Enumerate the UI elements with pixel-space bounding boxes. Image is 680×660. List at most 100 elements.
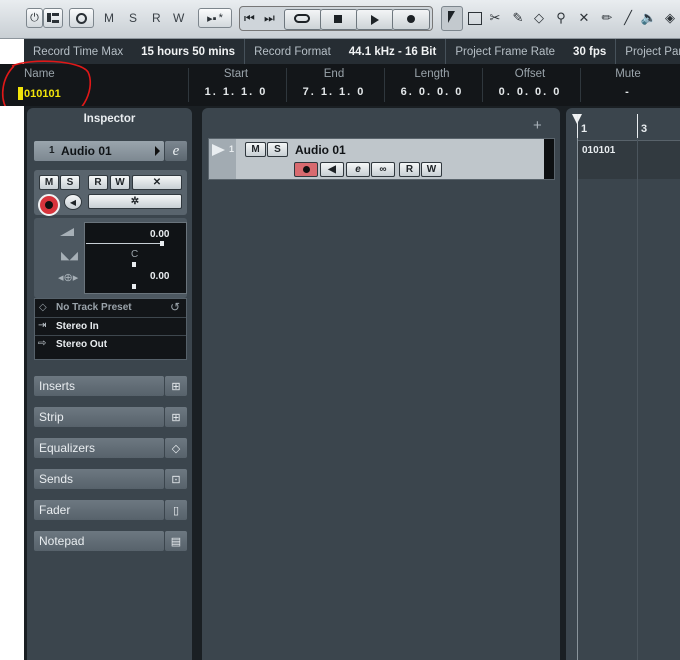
section-inserts[interactable]: Inserts <box>34 376 164 396</box>
record-dot-icon <box>45 201 53 209</box>
column-divider <box>286 68 287 102</box>
track-solo-button[interactable]: S <box>267 142 288 157</box>
line-icon[interactable]: ╱ <box>620 10 636 26</box>
track-read-button[interactable]: R <box>399 162 420 177</box>
equalizer-icon[interactable]: ◇ <box>165 438 187 458</box>
add-track-button[interactable]: + <box>533 117 542 134</box>
section-sends[interactable]: Sends <box>34 469 164 489</box>
go-to-previous-marker-icon[interactable]: ⏮ <box>244 11 260 27</box>
section-strip[interactable]: Strip <box>34 407 164 427</box>
end-header: End <box>323 68 345 80</box>
section-fader[interactable]: Fader <box>34 500 164 520</box>
automation-arrow-icon: ▸▪ <box>207 12 217 25</box>
track-list-panel <box>202 108 560 660</box>
length-header: Length <box>414 68 450 80</box>
end-column[interactable]: End 7. 1. 1. 0 <box>286 68 382 98</box>
global-mute-solo-group: M S R W <box>100 6 192 31</box>
edit-channel-button[interactable]: e <box>165 141 187 161</box>
global-write-button[interactable]: W <box>173 11 184 25</box>
solo-button[interactable]: S <box>60 175 80 190</box>
section-equalizers[interactable]: Equalizers <box>34 438 164 458</box>
record-enable-button[interactable] <box>38 194 60 216</box>
info-value: 15 hours 50 mins <box>141 45 236 58</box>
color-tool-icon[interactable]: ◈ <box>662 10 678 26</box>
automation-mode-button[interactable]: ▸▪ * <box>198 8 232 28</box>
read-automation-button[interactable]: R <box>88 175 108 190</box>
bypass-button[interactable]: ✕ <box>132 175 182 190</box>
track-name-label: Audio 01 <box>61 144 112 158</box>
track-link-button[interactable]: ∞ <box>371 162 395 177</box>
track-select-arrow-icon <box>212 144 225 156</box>
volume-slider-handle[interactable] <box>160 241 164 246</box>
mute-header: Mute <box>615 68 641 80</box>
length-column[interactable]: Length 6. 0. 0. 0 <box>384 68 480 98</box>
fader-icon[interactable]: ▯ <box>165 500 187 520</box>
play-button[interactable] <box>356 9 394 30</box>
reset-icon[interactable]: ↺ <box>170 300 180 314</box>
start-value: 1. 1. 1. 0 <box>204 86 268 98</box>
stop-button[interactable] <box>320 9 358 30</box>
stop-icon <box>334 15 342 23</box>
play-tool-icon[interactable]: 🔈 <box>641 10 657 26</box>
range-selection-icon[interactable] <box>467 10 483 26</box>
edit-e-icon: e <box>172 142 180 159</box>
ruler-tick <box>637 114 638 138</box>
delay-slider-handle[interactable] <box>132 284 136 289</box>
inserts-icon[interactable]: ⊞ <box>165 376 187 396</box>
record-format[interactable]: Record Format 44.1 kHz - 16 Bit <box>245 39 447 64</box>
pan-slider-handle[interactable] <box>132 262 136 267</box>
bar-line <box>637 138 638 660</box>
mute-tool-icon[interactable]: ✕ <box>576 10 592 26</box>
global-mute-button[interactable]: M <box>104 11 114 25</box>
strip-icon[interactable]: ⊞ <box>165 407 187 427</box>
zoom-icon[interactable]: ⚲ <box>553 10 569 26</box>
notepad-icon[interactable]: ▤ <box>165 531 187 551</box>
track-monitor-button[interactable]: ◀ <box>320 162 344 177</box>
global-read-button[interactable]: R <box>152 11 161 25</box>
scissors-icon[interactable]: ✂ <box>487 10 503 26</box>
start-column[interactable]: Start 1. 1. 1. 0 <box>188 68 284 98</box>
freeze-button[interactable]: ✲ <box>88 194 182 209</box>
monitor-button[interactable]: ◀ <box>64 194 82 210</box>
activate-project-button[interactable]: ⏻ <box>26 8 43 28</box>
section-notepad[interactable]: Notepad <box>34 531 164 551</box>
go-to-next-marker-icon[interactable]: ⏭ <box>264 11 280 27</box>
record-button[interactable] <box>392 9 430 30</box>
column-divider <box>580 68 581 102</box>
track-write-button[interactable]: W <box>421 162 442 177</box>
track-mute-button[interactable]: M <box>245 142 266 157</box>
track-record-button[interactable] <box>294 162 318 177</box>
offset-column[interactable]: Offset 0. 0. 0. 0 <box>482 68 578 98</box>
eraser-icon[interactable]: ◇ <box>531 10 547 26</box>
delay-value[interactable]: 0.00 <box>150 271 169 282</box>
volume-slider-line[interactable] <box>86 243 162 244</box>
project-pan-law[interactable]: Project Pan Law <box>616 39 680 64</box>
input-routing-field[interactable]: Stereo In <box>56 321 99 332</box>
audio-event[interactable]: 010101 <box>578 140 680 179</box>
track-name[interactable]: Audio 01 <box>295 143 346 157</box>
inspector-track-name[interactable]: 1 Audio 01 <box>34 141 164 161</box>
mute-column[interactable]: Mute - <box>580 68 676 98</box>
track-level-meter <box>544 139 554 179</box>
row-divider <box>35 335 186 336</box>
volume-value[interactable]: 0.00 <box>150 229 169 240</box>
layout-button[interactable] <box>43 8 63 28</box>
track-edit-button[interactable]: e <box>346 162 370 177</box>
global-solo-button[interactable]: S <box>129 11 137 25</box>
sends-icon[interactable]: ⊡ <box>165 469 187 489</box>
write-automation-button[interactable]: W <box>110 175 130 190</box>
track-row[interactable]: 1 M S Audio 01 ◀ e ∞ R W <box>208 138 555 180</box>
mute-button[interactable]: M <box>39 175 59 190</box>
output-routing-field[interactable]: Stereo Out <box>56 339 107 350</box>
row-divider <box>35 317 186 318</box>
object-selection-tool[interactable] <box>441 6 463 31</box>
cycle-button[interactable] <box>284 9 322 30</box>
draw-icon[interactable]: ✏ <box>599 10 615 26</box>
pan-value[interactable]: C <box>131 249 138 260</box>
glue-icon[interactable]: ✎ <box>510 10 526 26</box>
track-preset-field[interactable]: No Track Preset <box>56 302 132 313</box>
project-frame-rate[interactable]: Project Frame Rate 30 fps <box>446 39 617 64</box>
constrain-delay-button[interactable] <box>69 8 94 28</box>
status-info-bar: Record Time Max 15 hours 50 mins Record … <box>24 39 680 65</box>
inspector-title: Inspector <box>83 113 136 125</box>
